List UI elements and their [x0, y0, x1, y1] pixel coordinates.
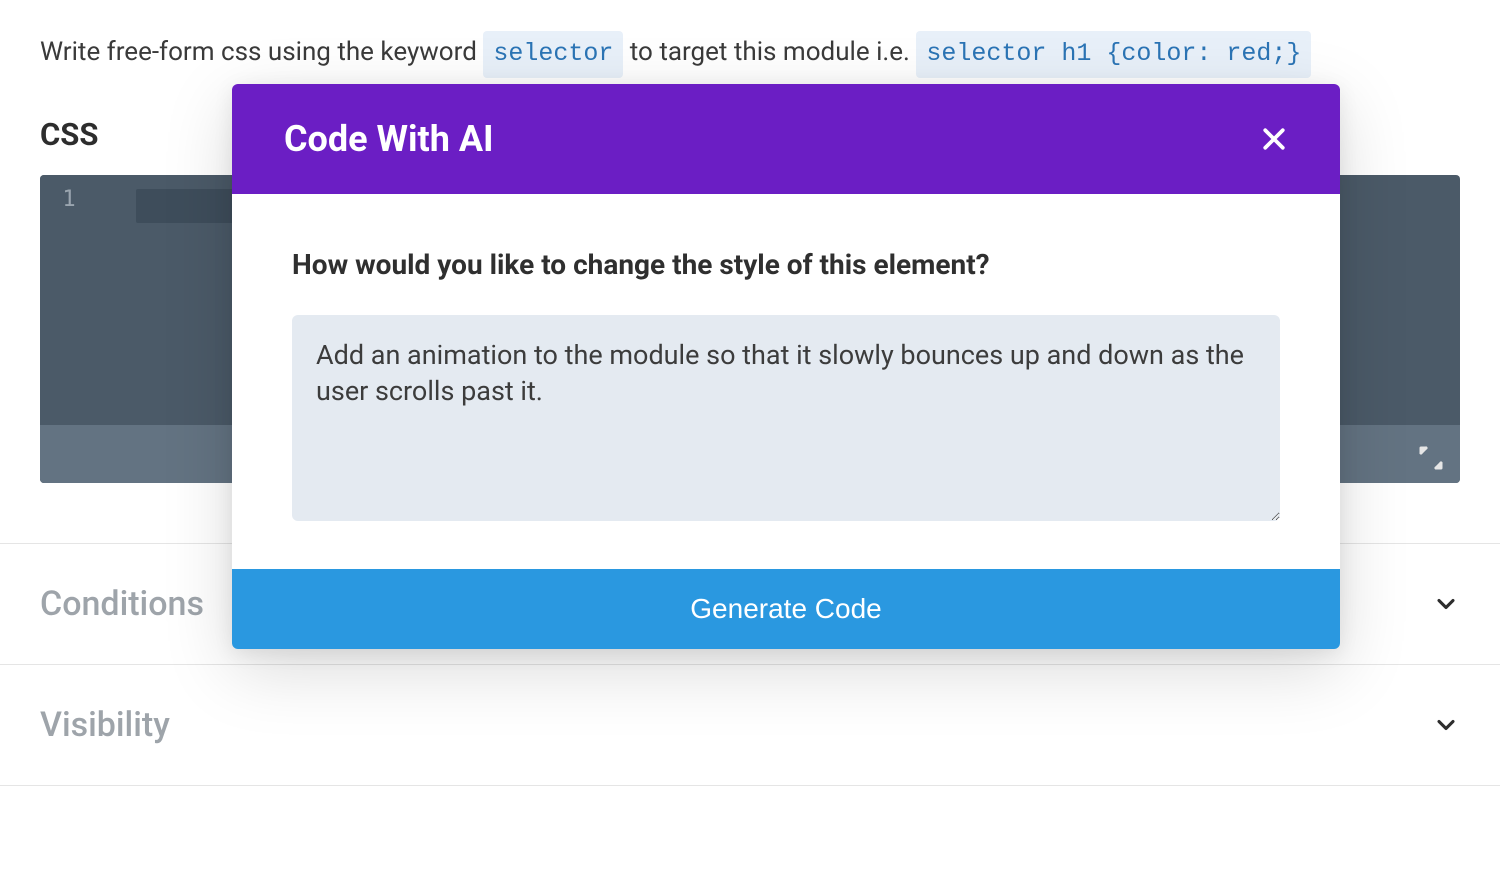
- accordion-visibility[interactable]: Visibility: [0, 665, 1500, 786]
- modal-prompt-label: How would you like to change the style o…: [292, 248, 1280, 281]
- ai-prompt-textarea[interactable]: [292, 315, 1280, 521]
- accordion-conditions-label: Conditions: [40, 584, 204, 624]
- code-chip-selector: selector: [483, 31, 623, 78]
- modal-body: How would you like to change the style o…: [232, 194, 1340, 569]
- line-number-1: 1: [40, 187, 98, 212]
- generate-code-button[interactable]: Generate Code: [232, 569, 1340, 649]
- help-text-part1: Write free-form css using the keyword: [40, 37, 483, 67]
- editor-expand-icon[interactable]: [1416, 443, 1446, 473]
- code-with-ai-modal: Code With AI How would you like to chang…: [232, 84, 1340, 649]
- modal-header: Code With AI: [232, 84, 1340, 194]
- css-help-text: Write free-form css using the keyword se…: [40, 30, 1460, 78]
- close-button[interactable]: [1254, 119, 1294, 159]
- modal-title: Code With AI: [284, 118, 494, 160]
- code-chip-example: selector h1 {color: red;}: [916, 31, 1311, 78]
- accordion-visibility-label: Visibility: [40, 705, 170, 745]
- chevron-down-icon: [1432, 590, 1460, 618]
- chevron-down-icon: [1432, 711, 1460, 739]
- help-text-part2: to target this module i.e.: [630, 37, 917, 67]
